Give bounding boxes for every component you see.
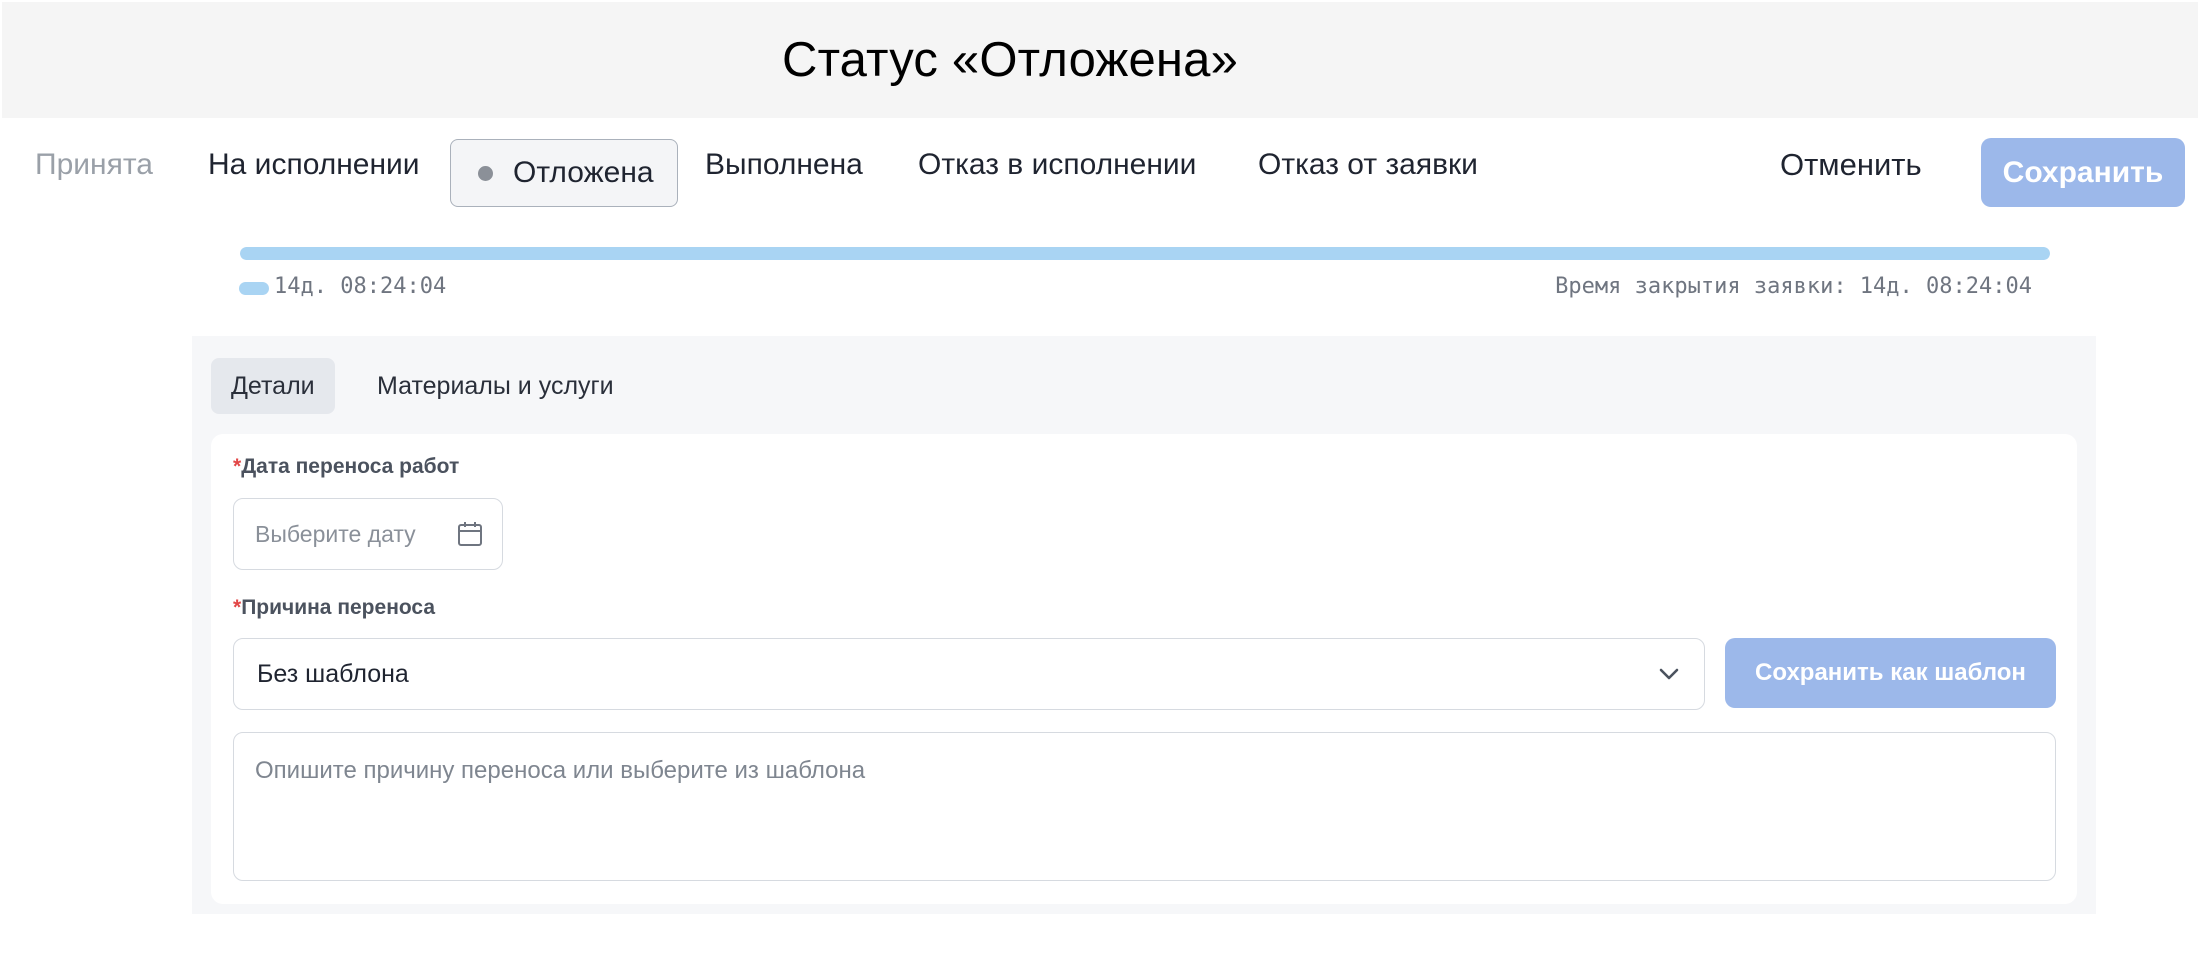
status-accepted[interactable]: Принята (35, 147, 153, 183)
save-as-template-button[interactable]: Сохранить как шаблон (1725, 638, 2056, 708)
date-field-label: *Дата переноса работ (233, 455, 459, 479)
chevron-down-icon (1659, 668, 1679, 680)
status-execution-refused[interactable]: Отказ в исполнении (918, 147, 1196, 183)
required-mark: * (233, 455, 242, 478)
elapsed-time: 14д. 08:24:04 (274, 274, 447, 299)
reason-template-value: Без шаблона (257, 659, 409, 688)
page-title: Статус «Отложена» (782, 33, 1239, 87)
deadline-progress-bar (240, 247, 2050, 260)
details-panel: Детали Материалы и услуги *Дата переноса… (192, 336, 2096, 914)
reason-textarea[interactable] (233, 732, 2056, 881)
timer-card: 14д. 08:24:04 Время закрытия заявки: 14д… (192, 232, 2096, 336)
form-card: *Дата переноса работ *Причина переноса Б… (211, 434, 2077, 904)
elapsed-indicator (239, 282, 269, 295)
closing-time: Время закрытия заявки: 14д. 08:24:04 (1555, 274, 2032, 299)
status-completed[interactable]: Выполнена (705, 147, 863, 183)
title-band: Статус «Отложена» (2, 2, 2198, 118)
tab-materials-services[interactable]: Материалы и услуги (357, 358, 634, 414)
status-in-progress[interactable]: На исполнении (208, 147, 420, 183)
reason-template-select[interactable]: Без шаблона (233, 638, 1705, 710)
status-bar: Принята На исполнении Отложена Выполнена… (0, 120, 2200, 224)
required-mark: * (233, 596, 242, 619)
date-field-label-text: Дата переноса работ (241, 455, 460, 478)
reason-field-label: *Причина переноса (233, 596, 435, 620)
calendar-icon[interactable] (456, 520, 484, 548)
status-postponed[interactable]: Отложена (450, 139, 678, 207)
reason-field-label-text: Причина переноса (241, 596, 436, 619)
deadline-progress-fill (240, 247, 2050, 260)
cancel-button[interactable]: Отменить (1780, 147, 1922, 183)
tab-details[interactable]: Детали (211, 358, 335, 414)
date-input[interactable] (255, 520, 445, 548)
save-button[interactable]: Сохранить (1981, 138, 2185, 207)
status-dot-icon (478, 165, 493, 181)
status-postponed-label: Отложена (513, 156, 654, 189)
status-request-refused[interactable]: Отказ от заявки (1258, 147, 1478, 183)
date-picker[interactable] (233, 498, 503, 570)
